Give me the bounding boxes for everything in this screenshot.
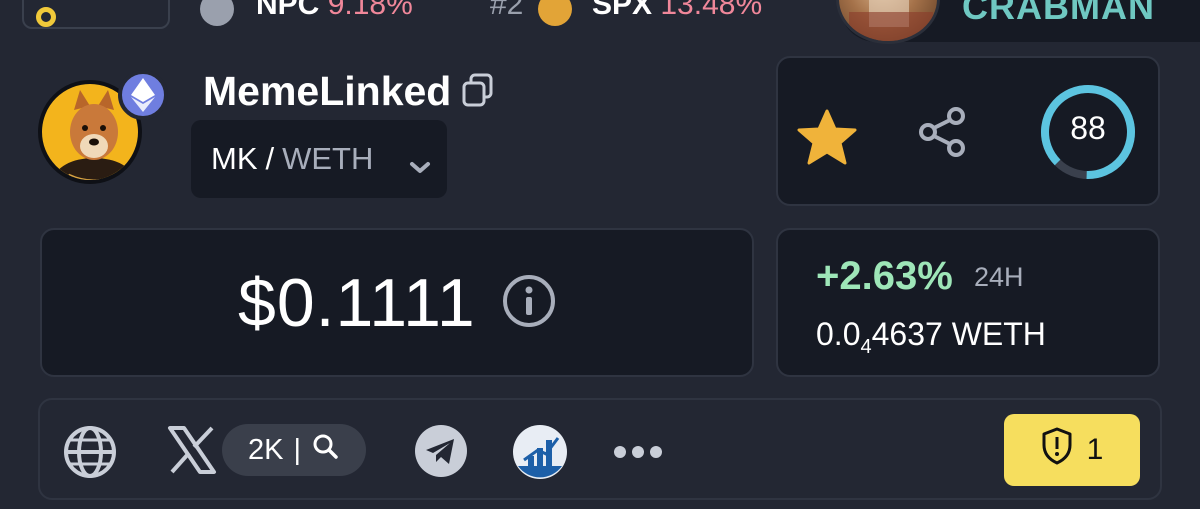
star-icon[interactable] xyxy=(795,108,859,171)
ticker-change: 9.18% xyxy=(327,0,413,21)
audit-warnings-button[interactable]: 1 xyxy=(1004,414,1140,486)
price-weth: 0.044637 WETH xyxy=(816,316,1046,359)
pair-base: MK xyxy=(211,141,258,176)
top-ticker-bar: NPC 9.18% #2 SPX 13.48% CRABMAN xyxy=(0,0,1200,50)
globe-icon[interactable] xyxy=(62,424,118,485)
ticker-spx[interactable]: SPX 13.48% xyxy=(592,0,762,22)
more-icon[interactable] xyxy=(612,444,664,465)
x-followers-count: 2K xyxy=(248,433,284,466)
price-weth-digits: 4637 xyxy=(871,316,943,352)
x-followers-button[interactable]: 2K | xyxy=(222,424,366,476)
ticker-rank-label: #2 xyxy=(490,0,524,21)
search-icon xyxy=(311,432,339,468)
telegram-icon[interactable] xyxy=(414,424,468,483)
pill-divider: | xyxy=(293,433,302,466)
token-name: MemeLinked xyxy=(203,68,452,114)
chevron-down-icon xyxy=(409,148,431,184)
copy-icon[interactable] xyxy=(460,72,496,108)
x-icon[interactable] xyxy=(166,426,218,479)
pair-quote: WETH xyxy=(282,141,374,176)
share-icon[interactable] xyxy=(916,104,972,165)
ticker-change: 13.48% xyxy=(660,0,763,21)
ticker-symbol: SPX xyxy=(592,0,653,21)
price-weth-zero-count: 4 xyxy=(860,336,872,358)
price-change-percent: +2.63% xyxy=(816,254,953,298)
ethereum-icon xyxy=(118,70,168,120)
shield-icon xyxy=(1041,427,1073,473)
user-name: CRABMAN xyxy=(962,0,1155,27)
info-icon[interactable] xyxy=(502,274,556,333)
ticker-symbol: NPC xyxy=(256,0,320,21)
audit-count: 1 xyxy=(1086,433,1104,466)
top-menu-button[interactable] xyxy=(22,0,170,29)
price-usd: $0.1111 xyxy=(238,265,476,341)
ticker-npc[interactable]: NPC 9.18% xyxy=(256,0,413,22)
score-value: 88 xyxy=(1070,110,1106,146)
pair-separator: / xyxy=(265,141,275,176)
coin-icon xyxy=(36,7,56,27)
chart-icon[interactable] xyxy=(512,424,568,485)
pair-selector[interactable]: MK / WETH xyxy=(191,120,447,198)
spx-coin-icon xyxy=(538,0,572,26)
price-weth-prefix: 0.0 xyxy=(816,316,861,352)
npc-coin-icon xyxy=(200,0,234,26)
price-weth-unit: WETH xyxy=(951,316,1046,352)
ticker-rank: #2 xyxy=(490,0,523,22)
price-change-period: 24H xyxy=(974,262,1024,292)
